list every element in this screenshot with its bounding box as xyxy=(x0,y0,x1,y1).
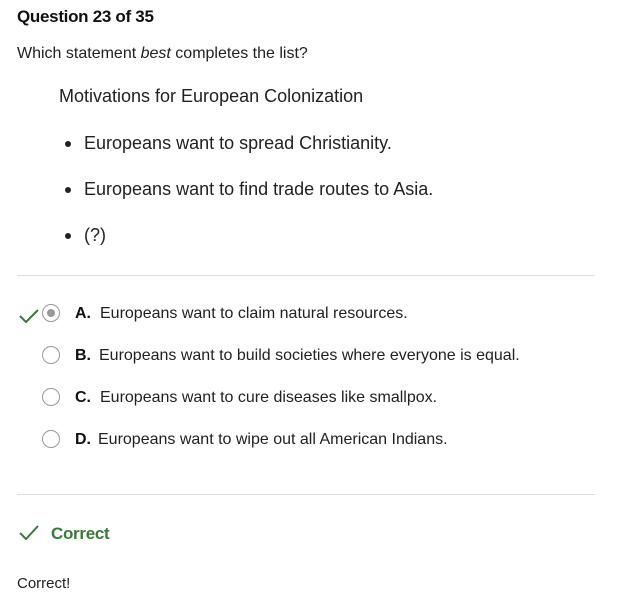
list-item: (?) xyxy=(59,222,433,268)
option-letter: B. xyxy=(75,347,91,364)
option-text: Europeans want to wipe out all American … xyxy=(98,431,448,448)
prompt-text-after: completes the list? xyxy=(170,45,308,62)
correct-checkmark-icon xyxy=(19,309,39,323)
result-label: Correct xyxy=(51,524,110,543)
question-prompt: Which statement best completes the list? xyxy=(17,45,308,63)
radio-button-b[interactable] xyxy=(42,346,60,364)
answer-option-b[interactable]: B. Europeans want to build societies whe… xyxy=(0,342,600,372)
option-letter: A. xyxy=(75,305,91,322)
divider xyxy=(17,494,595,495)
radio-button-a[interactable] xyxy=(42,304,60,322)
option-letter: D. xyxy=(75,431,91,448)
answer-option-d[interactable]: D. Europeans want to wipe out all Americ… xyxy=(0,426,600,456)
option-text: Europeans want to build societies where … xyxy=(99,347,520,364)
feedback-text: Correct! xyxy=(17,575,71,592)
option-text: Europeans want to cure diseases like sma… xyxy=(100,389,438,406)
list-title: Motivations for European Colonization xyxy=(59,86,364,106)
option-letter: C. xyxy=(75,389,91,406)
divider xyxy=(17,275,595,276)
checkmark-icon xyxy=(19,525,39,540)
answer-option-c[interactable]: C. Europeans want to cure diseases like … xyxy=(0,384,600,414)
radio-button-c[interactable] xyxy=(42,388,60,406)
radio-button-d[interactable] xyxy=(42,430,60,448)
answer-option-a[interactable]: A. Europeans want to claim natural resou… xyxy=(0,300,600,330)
list-item: Europeans want to find trade routes to A… xyxy=(59,176,433,222)
radio-selected-dot xyxy=(46,308,55,317)
option-text: Europeans want to claim natural resource… xyxy=(100,305,408,322)
question-counter: Question 23 of 35 xyxy=(17,7,154,26)
list-item: Europeans want to spread Christianity. xyxy=(59,130,433,176)
motivations-list: Europeans want to spread Christianity. E… xyxy=(59,130,433,268)
prompt-emphasis: best xyxy=(140,45,171,62)
prompt-text-before: Which statement xyxy=(17,45,141,62)
